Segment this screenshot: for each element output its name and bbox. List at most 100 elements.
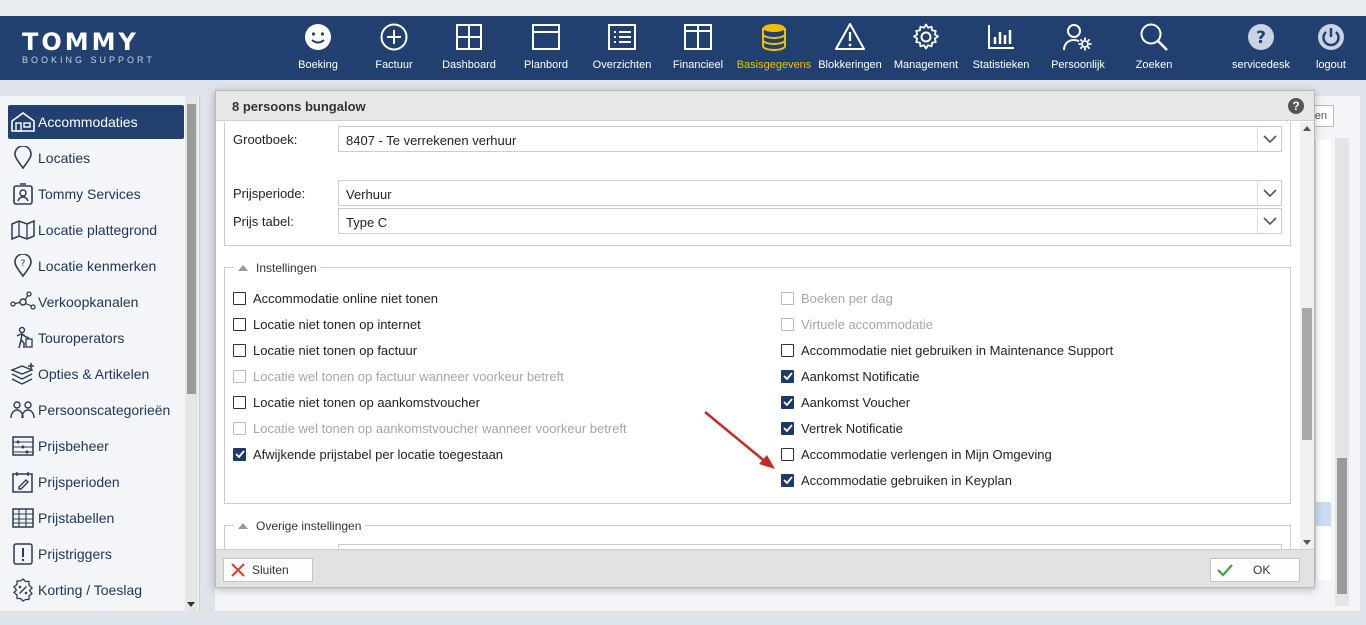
close-button-label: Sluiten: [252, 563, 289, 577]
checkbox-row[interactable]: Accommodatie verlengen in Mijn Omgeving: [781, 445, 1052, 463]
chevron-down-icon[interactable]: [1257, 181, 1281, 205]
calendar-edit-icon: [8, 469, 38, 495]
overige-instellingen-legend-label: Overige instellingen: [256, 519, 362, 533]
checkbox[interactable]: [233, 317, 246, 331]
grootboek-label: Grootboek:: [233, 132, 298, 147]
checkbox-label: Locatie wel tonen op aankomstvoucher wan…: [253, 420, 627, 436]
checkbox-label: Locatie niet tonen op aankomstvoucher: [253, 394, 480, 410]
scroll-down-arrow[interactable]: [1303, 540, 1311, 545]
checkbox-label: Accommodatie niet gebruiken in Maintenan…: [801, 342, 1114, 358]
checkbox-row[interactable]: Locatie niet tonen op factuur: [233, 341, 417, 359]
checkmark-icon: [234, 450, 245, 458]
checkbox-row[interactable]: Locatie niet tonen op aankomstvoucher: [233, 393, 480, 411]
nav-label: Planbord: [523, 59, 569, 71]
sidebar-scroll-down-arrow[interactable]: [187, 602, 195, 607]
checkbox-row[interactable]: Afwijkende prijstabel per locatie toeges…: [233, 445, 503, 463]
checkbox-row[interactable]: Accommodatie online niet tonen: [233, 289, 438, 307]
overige-instellingen-legend[interactable]: Overige instellingen: [234, 519, 366, 533]
checkbox-row[interactable]: Aankomst Notificatie: [781, 367, 920, 385]
checkbox-checked[interactable]: [781, 473, 794, 487]
sidebar-item-persoonscategorieen[interactable]: Persoonscategorieën: [8, 393, 184, 427]
sidebar-item-label: Accommodaties: [38, 114, 138, 130]
nav-label: Financieel: [672, 59, 724, 71]
nav-financieel[interactable]: Financieel: [668, 16, 728, 80]
ok-button[interactable]: OK: [1210, 558, 1300, 582]
sidebar-item-label: Prijsbeheer: [38, 438, 109, 454]
nav-basisgegevens[interactable]: Basisgegevens: [734, 16, 814, 80]
sidebar-item-prijstabellen[interactable]: Prijstabellen: [8, 501, 184, 535]
dialog-footer: Sluiten OK: [216, 549, 1314, 587]
chevron-down-icon[interactable]: [1257, 127, 1281, 151]
checkbox-row[interactable]: Accommodatie niet gebruiken in Maintenan…: [781, 341, 1113, 359]
dialog-scrollbar[interactable]: [1300, 122, 1314, 549]
nav-blokkeringen[interactable]: Blokkeringen: [816, 16, 884, 80]
grid-icon: [456, 24, 482, 50]
checkbox-row[interactable]: Aankomst Voucher: [781, 393, 910, 411]
nav-planbord[interactable]: Planbord: [516, 16, 576, 80]
prijsperiode-label: Prijsperiode:: [233, 186, 306, 201]
svg-text:?: ?: [1256, 28, 1266, 48]
scroll-up-arrow[interactable]: [1303, 126, 1311, 131]
checkbox-label: Vertrek Notificatie: [801, 420, 903, 436]
checkbox-row[interactable]: Locatie niet tonen op internet: [233, 315, 421, 333]
prijstabel-select[interactable]: Type C: [338, 208, 1282, 234]
checkbox-row[interactable]: Vertrek Notificatie: [781, 419, 903, 437]
background-scroll-thumb[interactable]: [1337, 458, 1347, 594]
checkbox-row[interactable]: Accommodatie gebruiken in Keyplan: [781, 471, 1012, 489]
sidebar-scrollbar[interactable]: [185, 96, 198, 611]
nav-factuur[interactable]: Factuur: [364, 16, 424, 80]
checkbox[interactable]: [233, 343, 246, 357]
checkbox[interactable]: [781, 343, 794, 357]
sidebar-item-label: Prijstabellen: [38, 510, 115, 526]
grootboek-select[interactable]: 8407 - Te verrekenen verhuur: [338, 126, 1282, 152]
checkmark-icon: [782, 424, 793, 432]
checkbox-checked[interactable]: [781, 395, 794, 409]
checkbox[interactable]: [781, 447, 794, 461]
prijsperiode-select[interactable]: Verhuur: [338, 180, 1282, 206]
nav-label: Persoonlijk: [1051, 59, 1105, 71]
nav-servicedesk[interactable]: ? servicedesk: [1226, 16, 1296, 80]
sidebar-item-locaties[interactable]: Locaties: [8, 141, 184, 175]
checkbox-label: Accommodatie gebruiken in Keyplan: [801, 472, 1013, 488]
background-scrollbar[interactable]: [1335, 138, 1349, 606]
sidebar-item-prijsbeheer[interactable]: Prijsbeheer: [8, 429, 184, 463]
checkbox-checked[interactable]: [233, 447, 246, 461]
sidebar-item-accommodaties[interactable]: Accommodaties: [8, 105, 184, 139]
sidebar-item-prijstriggers[interactable]: Prijstriggers: [8, 537, 184, 571]
nav-zoeken[interactable]: Zoeken: [1124, 16, 1184, 80]
logo-main-text: TOMMY: [22, 28, 139, 56]
tommy-logo[interactable]: TOMMY BOOKING SUPPORT: [22, 30, 192, 70]
checkbox[interactable]: [233, 395, 246, 409]
grootboek-value: 8407 - Te verrekenen verhuur: [346, 133, 517, 148]
nav-overzichten[interactable]: Overzichten: [588, 16, 656, 80]
nav-label: Factuur: [375, 59, 413, 71]
close-button[interactable]: Sluiten: [223, 558, 313, 582]
nav-persoonlijk[interactable]: Persoonlijk: [1044, 16, 1112, 80]
sidebar-item-prijsperioden[interactable]: Prijsperioden: [8, 465, 184, 499]
nav-boeking[interactable]: Boeking: [288, 16, 348, 80]
help-icon[interactable]: ?: [1288, 98, 1304, 114]
nav-label: Dashboard: [442, 59, 496, 71]
sidebar-item-locatie-kenmerken[interactable]: ? Locatie kenmerken: [8, 249, 184, 283]
sidebar-scroll-thumb[interactable]: [187, 104, 196, 394]
checkbox-label: Boeken per dag: [801, 290, 893, 306]
checkbox-checked[interactable]: [781, 421, 794, 435]
nav-management[interactable]: Management: [890, 16, 962, 80]
warning-icon: [835, 23, 865, 50]
prijsperiode-value: Verhuur: [346, 187, 392, 202]
nav-logout[interactable]: logout: [1306, 16, 1356, 80]
sidebar-item-locatie-plattegrond[interactable]: Locatie plattegrond: [8, 213, 184, 247]
sidebar-item-opties-artikelen[interactable]: Opties & Artikelen: [8, 357, 184, 391]
chevron-down-icon[interactable]: [1257, 209, 1281, 233]
dialog-scroll-thumb[interactable]: [1302, 308, 1312, 440]
instellingen-legend[interactable]: Instellingen: [234, 261, 321, 275]
sidebar-item-tommy-services[interactable]: Tommy Services: [8, 177, 184, 211]
nav-dashboard[interactable]: Dashboard: [438, 16, 500, 80]
sidebar-item-korting-toeslag[interactable]: Korting / Toeslag: [8, 573, 184, 607]
nav-statistieken[interactable]: Statistieken: [968, 16, 1034, 80]
sidebar-item-verkoopkanalen[interactable]: Verkoopkanalen: [8, 285, 184, 319]
checkbox-checked[interactable]: [781, 369, 794, 383]
nav-label: Boeking: [298, 59, 338, 71]
sidebar-item-touroperators[interactable]: Touroperators: [8, 321, 184, 355]
checkbox[interactable]: [233, 291, 246, 305]
